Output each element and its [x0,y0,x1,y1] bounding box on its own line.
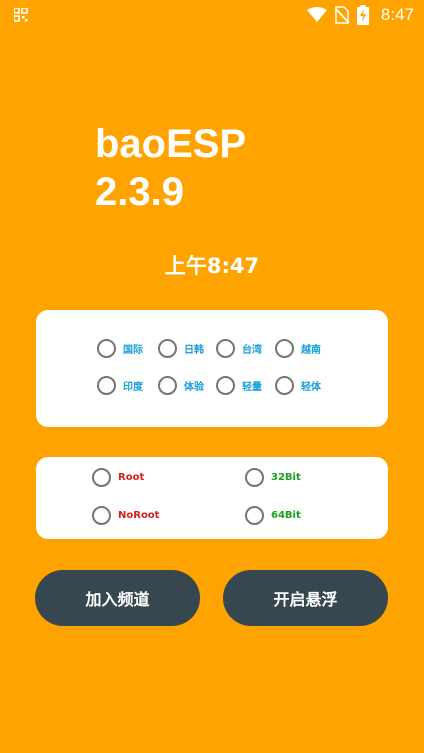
radio-region-7[interactable]: 轻体 [275,376,321,395]
radio-label: 印度 [123,382,143,393]
radio-label: 越南 [301,345,321,356]
radio-label: 32Bit [271,472,301,483]
radio-region-5[interactable]: 体验 [158,376,204,395]
radio-circle[interactable] [158,339,177,358]
radio-circle[interactable] [92,468,111,487]
wifi-icon [306,7,327,22]
radio-region-4[interactable]: 印度 [97,376,143,395]
radio-circle[interactable] [97,376,116,395]
status-icons: 8:47 [306,4,414,26]
radio-32bit[interactable]: 32Bit [245,468,301,487]
region-card: 国际 日韩 台湾 越南 印度 体验 轻量 轻体 [36,310,388,427]
radio-circle[interactable] [97,339,116,358]
mode-card: Root NoRoot 32Bit 64Bit [36,457,388,539]
radio-label: 轻量 [242,382,262,393]
app-title: baoESP 2.3.9 [95,120,246,216]
radio-label: 轻体 [301,382,321,393]
radio-label: Root [118,472,145,483]
radio-region-1[interactable]: 日韩 [158,339,204,358]
open-float-button[interactable]: 开启悬浮 [223,570,388,626]
radio-64bit[interactable]: 64Bit [245,506,301,525]
battery-charging-icon [356,5,369,25]
radio-circle[interactable] [216,339,235,358]
radio-label: 日韩 [184,345,204,356]
radio-region-2[interactable]: 台湾 [216,339,262,358]
radio-region-6[interactable]: 轻量 [216,376,262,395]
clock-text: 上午8:47 [164,254,260,278]
radio-label: 台湾 [242,345,262,356]
radio-circle[interactable] [245,506,264,525]
radio-label: 64Bit [271,510,301,521]
radio-label: 国际 [123,345,143,356]
radio-region-0[interactable]: 国际 [97,339,143,358]
radio-circle[interactable] [275,339,294,358]
radio-region-3[interactable]: 越南 [275,339,321,358]
radio-label: 体验 [184,382,204,393]
join-channel-button[interactable]: 加入频道 [35,570,200,626]
status-time: 8:47 [380,5,414,24]
app-version: 2.3.9 [95,170,184,214]
radio-circle[interactable] [216,376,235,395]
no-sim-icon [334,6,349,24]
radio-root[interactable]: Root [92,468,144,487]
radio-circle[interactable] [245,468,264,487]
app-name: baoESP [95,122,247,166]
radio-noroot[interactable]: NoRoot [92,506,159,525]
radio-label: NoRoot [118,510,160,521]
status-bar: 8:47 [0,0,424,30]
radio-circle[interactable] [92,506,111,525]
radio-circle[interactable] [275,376,294,395]
qr-scan-icon [14,8,28,22]
radio-circle[interactable] [158,376,177,395]
